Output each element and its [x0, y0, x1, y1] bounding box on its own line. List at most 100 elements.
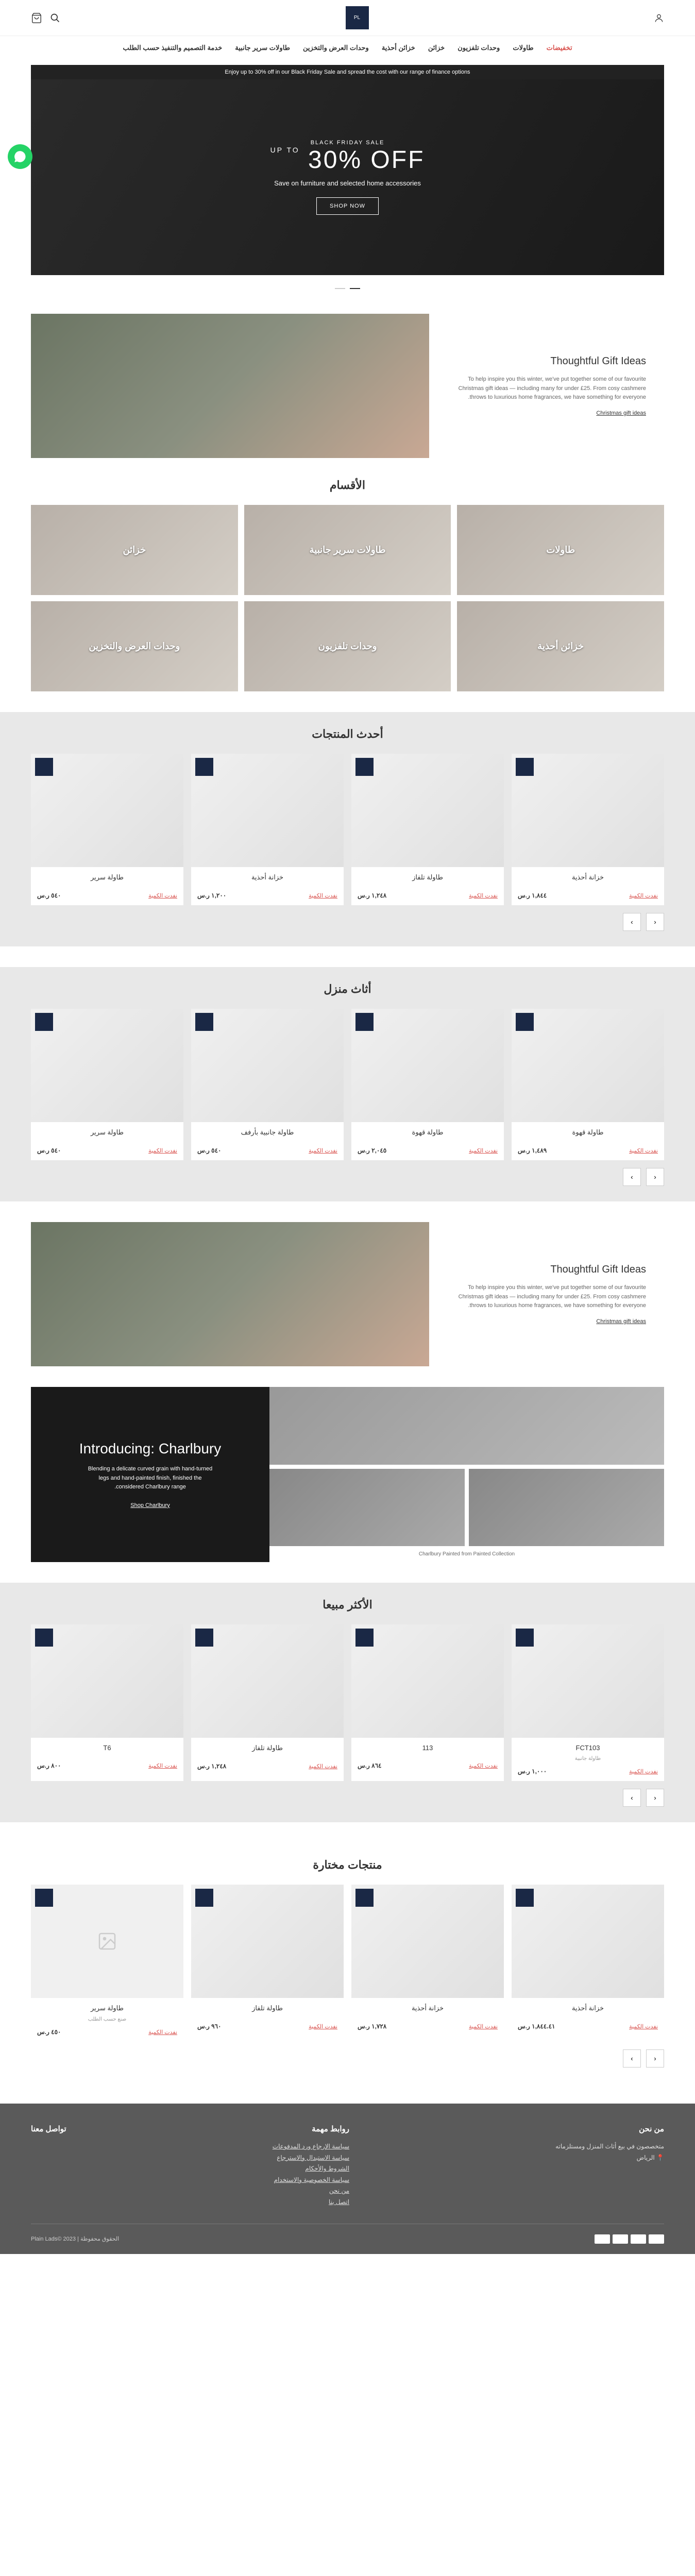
product-price: ٨٠٠ ر.س: [37, 1762, 61, 1769]
next-button[interactable]: ›: [623, 1789, 641, 1807]
charlbury-title: Introducing: Charlbury: [79, 1440, 221, 1457]
hero-dot[interactable]: [350, 288, 360, 289]
charlbury-link[interactable]: Shop Charlbury: [130, 1502, 169, 1509]
promo-link[interactable]: Christmas gift ideas: [447, 1318, 646, 1325]
add-to-cart-link[interactable]: نفدت الكمية: [148, 1762, 177, 1769]
product-name: خزانة أحذية: [518, 873, 658, 882]
product-card[interactable]: طاولة قهوةنفدت الكمية١,٤٨٩ ر.س: [512, 1009, 664, 1160]
add-to-cart-link[interactable]: نفدت الكمية: [629, 1147, 658, 1154]
footer-link[interactable]: من نحن: [273, 2185, 349, 2197]
product-card[interactable]: طاولة سريرنفدت الكمية٥٤٠ ر.س: [31, 754, 183, 905]
product-card[interactable]: طاولة تلفازنفدت الكمية١,٢٤٨ ر.س: [351, 754, 504, 905]
product-card[interactable]: خزانة أحذيةنفدت الكمية١,٨٤٤.٤١ ر.س: [512, 1885, 664, 2042]
product-card[interactable]: خزانة أحذيةنفدت الكمية١,٢٠٠ ر.س: [191, 754, 344, 905]
product-card[interactable]: 113نفدت الكمية٨٦٤ ر.س: [351, 1624, 504, 1781]
next-button[interactable]: ›: [623, 913, 641, 931]
promo-gift-ideas-2: Thoughtful Gift Ideas To help inspire yo…: [31, 1222, 664, 1366]
nav-item-custom[interactable]: خدمة التصميم والتنفيذ حسب الطلب: [123, 44, 222, 52]
product-card[interactable]: طاولة سريرنفدت الكمية٥٤٠ ر.س: [31, 1009, 183, 1160]
category-card[interactable]: وحدات تلفزيون: [244, 601, 451, 691]
hero-slide[interactable]: BLACK FRIDAY SALE UP TO 30% OFF Save on …: [31, 79, 664, 275]
add-to-cart-link[interactable]: نفدت الكمية: [629, 1768, 658, 1775]
next-button[interactable]: ›: [623, 2049, 641, 2067]
product-sub: صنع حسب الطلب: [37, 2016, 177, 2022]
promo-image: [31, 314, 429, 458]
charlbury-thumb[interactable]: [269, 1469, 465, 1547]
product-image: [351, 1624, 504, 1738]
hero-sub: Save on furniture and selected home acce…: [270, 179, 425, 187]
add-to-cart-link[interactable]: نفدت الكمية: [469, 1147, 498, 1154]
nav-item-tables[interactable]: طاولات: [513, 44, 533, 52]
product-price: ٥٤٠ ر.س: [37, 1147, 61, 1154]
product-card[interactable]: FCT103طاولة جانبيةنفدت الكمية١,٠٠٠ ر.س: [512, 1624, 664, 1781]
next-button[interactable]: ›: [623, 1168, 641, 1186]
add-to-cart-link[interactable]: نفدت الكمية: [148, 892, 177, 899]
add-to-cart-link[interactable]: نفدت الكمية: [309, 2023, 337, 2030]
whatsapp-button[interactable]: [8, 144, 32, 169]
footer-links: روابط مهمة سياسة الإرجاع ورد المدفوعاتسي…: [273, 2124, 349, 2208]
product-image: [191, 1885, 344, 1998]
footer-heading: تواصل معنا: [31, 2124, 66, 2133]
nav-item-shoe[interactable]: خزائن أحذية: [382, 44, 415, 52]
product-price: ١,٢٤٨ ر.س: [197, 1762, 226, 1770]
product-price: ٥٤٠ ر.س: [197, 1147, 221, 1154]
add-to-cart-link[interactable]: نفدت الكمية: [309, 1763, 337, 1770]
add-to-cart-link[interactable]: نفدت الكمية: [148, 1147, 177, 1154]
charlbury-caption: Charlbury Painted from Painted Collectio…: [269, 1546, 664, 1562]
promo-link[interactable]: Christmas gift ideas: [447, 410, 646, 416]
footer-link[interactable]: الشروط والأحكام: [273, 2163, 349, 2175]
footer-link[interactable]: سياسة الإرجاع ورد المدفوعات: [273, 2141, 349, 2153]
product-name: T6: [37, 1744, 177, 1752]
charlbury-main-image: [269, 1387, 664, 1465]
footer-link[interactable]: اتصل بنا: [273, 2197, 349, 2208]
cart-icon[interactable]: [31, 12, 42, 24]
account-icon[interactable]: [654, 13, 664, 23]
categories-section: الأقسام طاولاتطاولات سرير جانبيةخزائنخزا…: [31, 479, 664, 691]
product-card[interactable]: خزانة أحذيةنفدت الكمية١,٧٢٨ ر.س: [351, 1885, 504, 2042]
add-to-cart-link[interactable]: نفدت الكمية: [148, 2029, 177, 2036]
nav-item-sale[interactable]: تخفيضات: [547, 44, 572, 52]
add-to-cart-link[interactable]: نفدت الكمية: [629, 2023, 658, 2030]
category-card[interactable]: خزائن أحذية: [457, 601, 664, 691]
nav-item-display[interactable]: وحدات العرض والتخزين: [303, 44, 369, 52]
promo-text: To help inspire you this winter, we've p…: [447, 1283, 646, 1311]
nav-item-tv[interactable]: وحدات تلفزيون: [457, 44, 500, 52]
footer-link[interactable]: سياسة الخصوصية والاستخدام: [273, 2175, 349, 2186]
add-to-cart-link[interactable]: نفدت الكمية: [469, 2023, 498, 2030]
product-card[interactable]: طاولة تلفازنفدت الكمية١,٢٤٨ ر.س: [191, 1624, 344, 1781]
search-icon[interactable]: [50, 13, 60, 23]
footer-link[interactable]: سياسة الاستبدال والاسترجاع: [273, 2153, 349, 2164]
add-to-cart-link[interactable]: نفدت الكمية: [309, 1147, 337, 1154]
add-to-cart-link[interactable]: نفدت الكمية: [629, 892, 658, 899]
product-card[interactable]: طاولة سريرصنع حسب الطلبنفدت الكمية٤٥٠ ر.…: [31, 1885, 183, 2042]
product-card[interactable]: T6 نفدت الكمية ٨٠٠ ر.س: [31, 1624, 183, 1781]
hero-dot[interactable]: [335, 288, 345, 289]
charlbury-thumb[interactable]: [469, 1469, 664, 1547]
product-card[interactable]: طاولة قهوةنفدت الكمية٢,٠٤٥ ر.س: [351, 1009, 504, 1160]
product-image: [191, 1009, 344, 1122]
add-to-cart-link[interactable]: نفدت الكمية: [469, 892, 498, 899]
product-image: [512, 1624, 664, 1738]
add-to-cart-link[interactable]: نفدت الكمية: [309, 892, 337, 899]
category-card[interactable]: طاولات سرير جانبية: [244, 505, 451, 595]
category-card[interactable]: طاولات: [457, 505, 664, 595]
footer-text: متخصصون في بيع أثاث المنزل ومستلزماته: [555, 2141, 664, 2153]
category-card[interactable]: وحدات العرض والتخزين: [31, 601, 238, 691]
nav-item-bedside[interactable]: طاولات سرير جانبية: [235, 44, 290, 52]
prev-button[interactable]: ‹: [646, 913, 664, 931]
add-to-cart-link[interactable]: نفدت الكمية: [469, 1762, 498, 1769]
shop-now-button[interactable]: SHOP NOW: [316, 197, 379, 215]
nav-item-cabinets[interactable]: خزائن: [428, 44, 445, 52]
prev-button[interactable]: ‹: [646, 1789, 664, 1807]
product-image: [512, 754, 664, 867]
footer: من نحن متخصصون في بيع أثاث المنزل ومستلز…: [0, 2104, 695, 2254]
prev-button[interactable]: ‹: [646, 1168, 664, 1186]
prev-button[interactable]: ‹: [646, 2049, 664, 2067]
product-card[interactable]: طاولة جانبية بأرففنفدت الكمية٥٤٠ ر.س: [191, 1009, 344, 1160]
logo[interactable]: PL: [346, 6, 369, 29]
product-card[interactable]: طاولة تلفازنفدت الكمية٩٦٠ ر.س: [191, 1885, 344, 2042]
product-name: خزانة أحذية: [358, 2004, 498, 2012]
product-image: [191, 1624, 344, 1738]
category-card[interactable]: خزائن: [31, 505, 238, 595]
product-card[interactable]: خزانة أحذيةنفدت الكمية١,٨٤٤ ر.س: [512, 754, 664, 905]
